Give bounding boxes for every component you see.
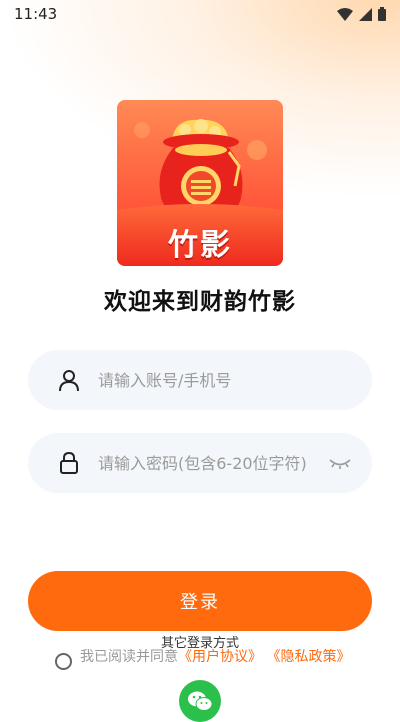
agreement-prefix: 我已阅读并同意	[80, 649, 178, 665]
agreement-text: 我已阅读并同意《用户协议》 《隐私政策》	[80, 648, 350, 666]
user-agreement-link[interactable]: 《用户协议》	[178, 649, 262, 665]
agreement-checkbox[interactable]	[55, 653, 72, 670]
password-input[interactable]	[96, 452, 320, 474]
app-logo: 竹影	[117, 100, 283, 266]
lock-icon	[56, 450, 82, 476]
user-icon	[56, 367, 82, 393]
status-bar: 11:43	[0, 0, 400, 28]
wechat-login-button[interactable]	[179, 680, 221, 722]
account-input[interactable]	[96, 369, 352, 391]
privacy-policy-link[interactable]: 《隐私政策》	[266, 649, 350, 665]
eye-closed-icon[interactable]	[328, 455, 352, 471]
login-button[interactable]: 登录	[28, 571, 372, 631]
account-field[interactable]	[28, 350, 372, 410]
wechat-icon	[188, 691, 213, 711]
agreement-row: 我已阅读并同意《用户协议》 《隐私政策》	[55, 648, 375, 670]
signal-icon	[359, 7, 372, 21]
status-time: 11:43	[14, 5, 58, 23]
battery-icon	[378, 7, 386, 21]
wifi-icon	[337, 7, 353, 21]
password-field[interactable]	[28, 433, 372, 493]
logo-text: 竹影	[168, 228, 232, 263]
welcome-title: 欢迎来到财韵竹影	[104, 289, 296, 315]
status-icons	[337, 7, 386, 21]
